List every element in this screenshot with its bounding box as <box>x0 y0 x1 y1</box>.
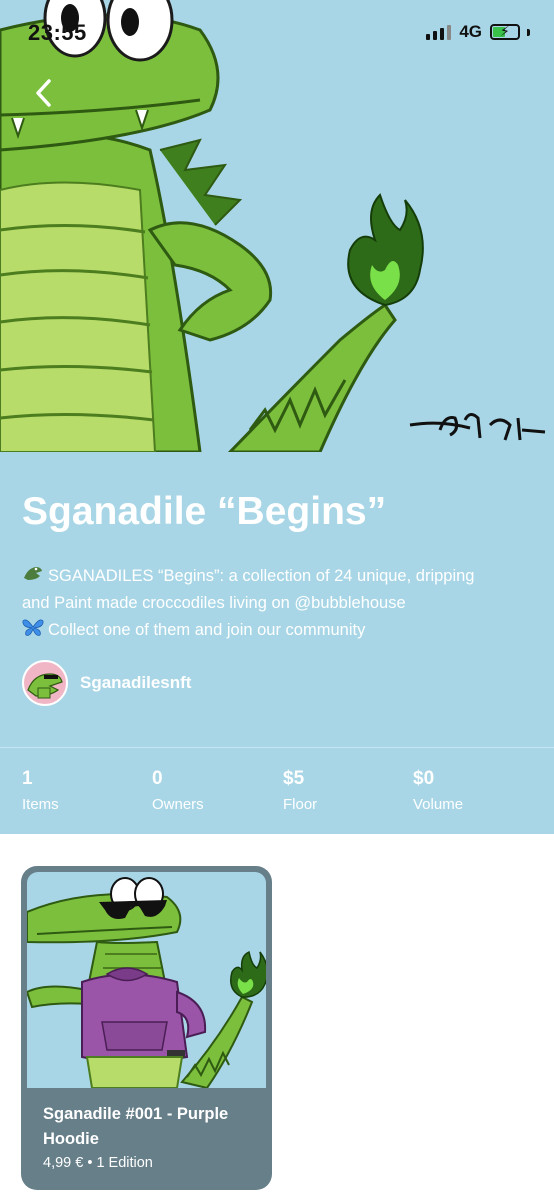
crocodile-hoodie-illustration <box>27 877 266 1088</box>
stat-value: 0 <box>152 768 163 789</box>
collection-banner-image <box>0 0 554 452</box>
battery-cap <box>527 28 530 36</box>
stat-owners: 0 Owners <box>152 768 204 813</box>
back-button[interactable] <box>26 76 60 110</box>
network-type: 4G <box>459 22 482 41</box>
crocodile-illustration <box>0 0 546 452</box>
stat-label: Volume <box>413 796 464 813</box>
stat-value: 1 <box>22 768 33 789</box>
item-image <box>27 872 266 1088</box>
description-line: and Paint made croccodiles living on @bu… <box>22 593 406 612</box>
collection-info: Sganadile “Begins” SGANADILES “Begins”: … <box>0 452 554 747</box>
creator-avatar <box>22 660 68 706</box>
stat-volume: $0 Volume <box>413 768 463 813</box>
stat-value: $5 <box>283 768 305 789</box>
signal-strength-icon <box>426 24 452 40</box>
description-line: Collect one of them and join our communi… <box>22 616 532 644</box>
stat-label: Owners <box>152 796 204 813</box>
stat-items: 1 Items <box>22 768 59 813</box>
battery-icon: ⚡ <box>490 23 520 40</box>
stat-label: Items <box>22 796 59 813</box>
item-card[interactable]: Sganadile #001 - Purple Hoodie 4,99 € • … <box>21 866 272 1190</box>
item-price: 4,99 € • 1 Edition <box>43 1155 153 1171</box>
chevron-left-icon <box>36 79 51 107</box>
crocodile-emoji-icon <box>24 567 42 580</box>
description-line: SGANADILES “Begins”: a collection of 24 … <box>22 562 532 590</box>
item-title: Sganadile #001 - Purple Hoodie <box>43 1105 229 1148</box>
status-indicators: 4G ⚡ <box>426 22 530 42</box>
stat-floor: $5 Floor <box>283 768 317 813</box>
stat-value: $0 <box>413 768 435 789</box>
stat-label: Floor <box>283 796 318 813</box>
collection-description: SGANADILES “Begins”: a collection of 24 … <box>22 562 532 644</box>
collection-stats: 1 Items 0 Owners $5 Floor $0 Volume <box>0 748 554 834</box>
collection-title: Sganadile “Begins” <box>22 490 387 533</box>
creator-name: Sganadilesnft <box>80 673 192 692</box>
butterfly-emoji-icon <box>22 619 44 636</box>
creator-link[interactable]: Sganadilesnft <box>22 660 191 706</box>
status-time: 23:55 <box>28 20 87 45</box>
status-bar: 23:55 4G ⚡ <box>0 0 554 66</box>
